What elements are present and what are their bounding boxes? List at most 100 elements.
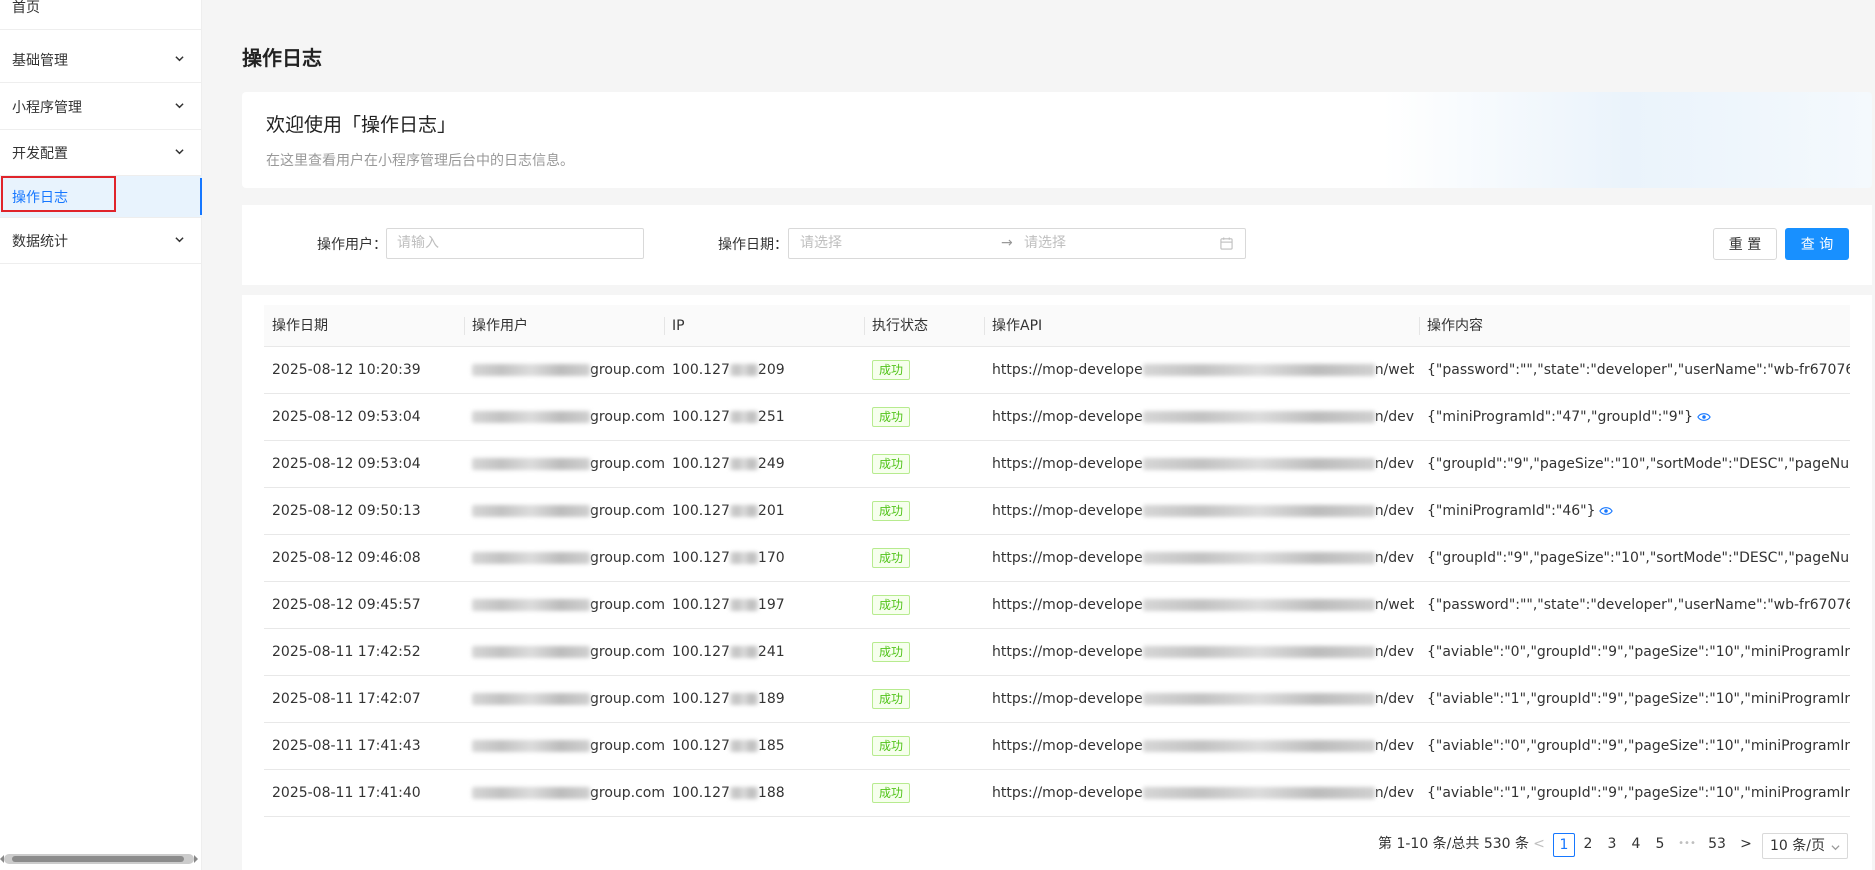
sidebar-item-basic-management[interactable]: 基础管理 [0,37,202,83]
status-badge: 成功 [872,689,911,709]
cell-status: 成功 [864,723,984,770]
highlight-box [1,176,116,212]
cell-content: {"aviable":"1","groupId":"9","pageSize":… [1427,691,1850,707]
sidebar-item-dev-config[interactable]: 开发配置 [0,130,202,176]
cell-api: https://mop-developen/deve... [992,409,1414,425]
sidebar-item-home[interactable]: 首页 [0,0,202,30]
calendar-icon [1220,237,1233,250]
redacted-ip [729,646,758,658]
cell-content: {"groupId":"9","pageSize":"10","sortMode… [1427,550,1850,566]
eye-icon[interactable] [1697,412,1711,422]
cell-api: https://mop-developen/deve... [992,785,1414,801]
status-badge: 成功 [872,407,911,427]
cell-date: 2025-08-11 17:42:07 [272,691,421,707]
cell-user: group.com [464,441,664,488]
pagination-page-1[interactable]: 1 [1553,833,1575,857]
table-row: 2025-08-11 17:41:40 group.com 100.127 188 成功… [264,770,1850,817]
redacted-ip [729,552,758,564]
status-badge: 成功 [872,736,911,756]
cell-content: {"password":"","state":"developer","user… [1427,362,1850,378]
redacted-api-host [1142,364,1375,376]
pagination-page-2[interactable]: 2 [1577,833,1599,857]
cell-date: 2025-08-11 17:42:52 [272,644,421,660]
table-row: 2025-08-12 09:50:13 group.com 100.127 201 成功… [264,488,1850,535]
reset-button[interactable]: 重 置 [1713,228,1777,260]
user-filter-label: 操作用户： [317,237,387,253]
cell-user: group.com [464,629,664,676]
sidebar-item-label: 数据统计 [12,233,68,250]
cell-status: 成功 [864,770,984,817]
scrollbar-thumb[interactable] [12,856,184,862]
cell-user: group.com [464,723,664,770]
date-start-input[interactable]: 请选择 [800,229,842,258]
cell-content: {"aviable":"1","groupId":"9","pageSize":… [1427,785,1850,801]
redacted-user [472,646,590,658]
page-size-value: 10 条/页 [1770,838,1825,854]
date-range-picker[interactable]: 请选择 → 请选择 [788,228,1246,259]
redacted-ip [729,740,758,752]
pagination-ellipsis[interactable]: ••• [1676,833,1698,857]
cell-ip: 100.127 241 [672,644,785,660]
redacted-api-host [1142,599,1375,611]
cell-user: group.com [464,582,664,629]
cell-api: https://mop-developen/deve... [992,503,1414,519]
table-header: 操作日期 操作用户 IP 执行状态 操作API 操作内容 [264,305,1850,347]
sidebar-item-miniprogram-management[interactable]: 小程序管理 [0,84,202,130]
status-badge: 成功 [872,642,911,662]
pagination-next-button[interactable]: > [1735,833,1757,857]
cell-user: group.com [464,488,664,535]
pagination-prev-button[interactable]: < [1528,833,1550,857]
cell-date: 2025-08-11 17:41:40 [272,785,421,801]
redacted-ip [729,787,758,799]
cell-status: 成功 [864,488,984,535]
cell-status: 成功 [864,441,984,488]
redacted-ip [729,364,758,376]
page-title: 操作日志 [242,46,322,70]
redacted-api-host [1142,552,1375,564]
pagination-page-5[interactable]: 5 [1649,833,1671,857]
cell-api: https://mop-developen/deve... [992,550,1414,566]
query-button[interactable]: 查 询 [1785,228,1849,260]
column-header-ip: IP [664,305,864,347]
redacted-ip [729,411,758,423]
sidebar-item-label: 基础管理 [12,52,68,69]
cell-ip: 100.127 197 [672,597,785,613]
table-row: 2025-08-12 09:46:08 group.com 100.127 170 成功… [264,535,1850,582]
column-header-date: 操作日期 [272,318,328,334]
redacted-ip [729,505,758,517]
horizontal-scrollbar[interactable] [0,854,198,864]
redacted-user [472,740,590,752]
date-end-input[interactable]: 请选择 [1024,229,1066,258]
cell-user: group.com [464,347,664,394]
cell-status: 成功 [864,582,984,629]
table-row: 2025-08-12 09:53:04 group.com 100.127 249 成功… [264,441,1850,488]
cell-ip: 100.127 185 [672,738,785,754]
cell-date: 2025-08-12 09:50:13 [272,503,421,519]
pagination-page-4[interactable]: 4 [1625,833,1647,857]
cell-status: 成功 [864,676,984,723]
redacted-api-host [1142,458,1375,470]
redacted-user [472,787,590,799]
table-row: 2025-08-12 09:53:04 group.com 100.127 251 成功… [264,394,1850,441]
pagination-page-3[interactable]: 3 [1601,833,1623,857]
chevron-down-icon [1831,845,1840,851]
user-filter-placeholder: 请输入 [397,235,439,251]
cell-user: group.com [464,535,664,582]
sidebar-item-data-statistics[interactable]: 数据统计 [0,218,202,264]
pagination-page-last[interactable]: 53 [1706,833,1728,857]
cell-api: https://mop-developen/web... [992,362,1414,378]
cell-date: 2025-08-12 09:53:04 [272,409,421,425]
page-size-select[interactable]: 10 条/页 [1762,833,1848,859]
cell-ip: 100.127 189 [672,691,785,707]
redacted-user [472,458,590,470]
cell-api: https://mop-developen/deve... [992,644,1414,660]
cell-api: https://mop-developen/web... [992,597,1414,613]
redacted-user [472,505,590,517]
status-badge: 成功 [872,501,911,521]
user-filter-input[interactable]: 请输入 [386,228,644,259]
redacted-api-host [1142,693,1375,705]
eye-icon[interactable] [1599,506,1614,516]
cell-date: 2025-08-12 09:45:57 [272,597,421,613]
redacted-user [472,552,590,564]
status-badge: 成功 [872,783,911,803]
